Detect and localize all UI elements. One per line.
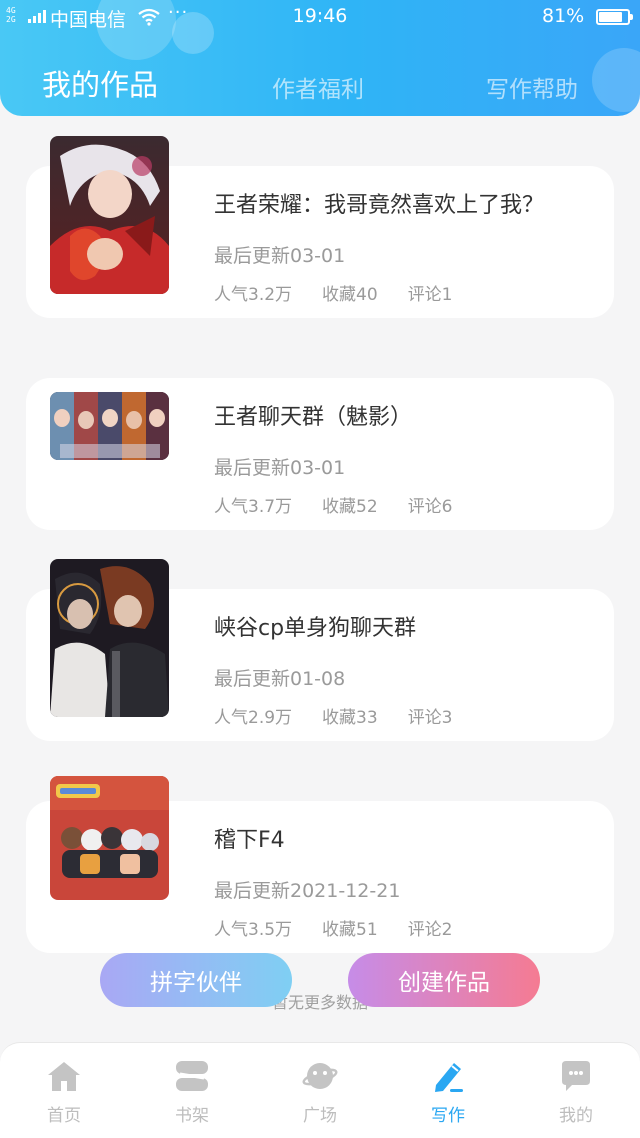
nav-item-square[interactable]: 广场 [256,1043,384,1138]
work-item[interactable]: 王者荣耀：我哥竟然喜欢上了我？ 最后更新03-01 人气3.2万 收藏40 评论… [0,134,640,324]
nav-item-writing[interactable]: 写作 [384,1043,512,1138]
pen-icon [435,1063,463,1092]
work-cover-image [50,559,169,717]
typing-partner-button[interactable]: 拼字伙伴 [100,953,292,1007]
work-comments: 评论3 [407,708,453,728]
more-dots-icon: ··· [168,2,189,23]
nav-item-bookshelf[interactable]: 书架 [128,1043,256,1138]
nav-item-home[interactable]: 首页 [0,1043,128,1138]
work-cover-image [50,392,169,460]
home-icon [48,1062,80,1091]
work-popularity: 人气3.2万 [214,285,293,305]
tab-my-works[interactable]: 我的作品 [42,62,158,104]
planet-icon [302,1063,338,1089]
nav-label: 写作 [431,1106,465,1126]
network-type-tag: 4G 2G [6,6,16,24]
work-stats: 人气2.9万 收藏33 评论3 [214,703,483,728]
decor-bubble [592,48,640,112]
work-favorites: 收藏40 [322,285,378,305]
work-item[interactable]: 王者聊天群（魅影） 最后更新03-01 人气3.7万 收藏52 评论6 [0,346,640,536]
work-popularity: 人气3.5万 [214,920,293,940]
work-updated: 最后更新03-01 [214,245,346,267]
work-item[interactable]: 稽下F4 最后更新2021-12-21 人气3.5万 收藏51 评论2 [0,769,640,959]
work-updated: 最后更新01-08 [214,668,346,690]
create-work-button[interactable]: 创建作品 [348,953,540,1007]
work-updated: 最后更新03-01 [214,457,346,479]
work-favorites: 收藏51 [322,920,378,940]
work-stats: 人气3.5万 收藏51 评论2 [214,915,483,940]
status-bar: 4G 2G 中国电信 ··· 19:46 81% [0,0,640,34]
work-comments: 评论1 [407,285,453,305]
work-popularity: 人气3.7万 [214,497,293,517]
work-title: 峡谷cp单身狗聊天群 [214,616,417,641]
nav-label: 书架 [175,1106,209,1126]
top-header: 4G 2G 中国电信 ··· 19:46 81% 我的作品 作者福利 写作帮助 [0,0,640,116]
work-favorites: 收藏52 [322,497,378,517]
bookshelf-icon [176,1061,208,1091]
work-favorites: 收藏33 [322,708,378,728]
nav-label: 我的 [559,1106,593,1126]
carrier-name: 中国电信 [50,9,127,31]
battery-fill [599,12,622,22]
battery-percent: 81% [542,5,585,27]
bottom-nav: 首页 书架 广场 写作 我的 [0,1042,640,1138]
work-updated: 最后更新2021-12-21 [214,880,401,902]
work-cover-image [50,136,169,294]
battery-icon [596,9,633,25]
work-cover-image [50,776,169,900]
work-popularity: 人气2.9万 [214,708,293,728]
tab-writing-help[interactable]: 写作帮助 [486,70,578,104]
nav-label: 广场 [303,1106,337,1126]
work-stats: 人气3.2万 收藏40 评论1 [214,280,483,305]
signal-icon [28,9,46,23]
work-comments: 评论2 [407,920,453,940]
work-item[interactable]: 峡谷cp单身狗聊天群 最后更新01-08 人气2.9万 收藏33 评论3 [0,557,640,747]
wifi-icon [138,8,160,26]
chat-bubble-icon [562,1061,590,1091]
no-more-data-text: 暂无更多数据 [271,993,368,1012]
work-title: 王者聊天群（魅影） [214,405,413,430]
nav-label: 首页 [47,1106,81,1126]
nav-item-profile[interactable]: 我的 [512,1043,640,1138]
work-title: 稽下F4 [214,828,285,853]
work-comments: 评论6 [407,497,453,517]
tab-author-benefits[interactable]: 作者福利 [272,70,364,104]
work-title: 王者荣耀：我哥竟然喜欢上了我？ [214,193,545,218]
work-stats: 人气3.7万 收藏52 评论6 [214,492,483,517]
